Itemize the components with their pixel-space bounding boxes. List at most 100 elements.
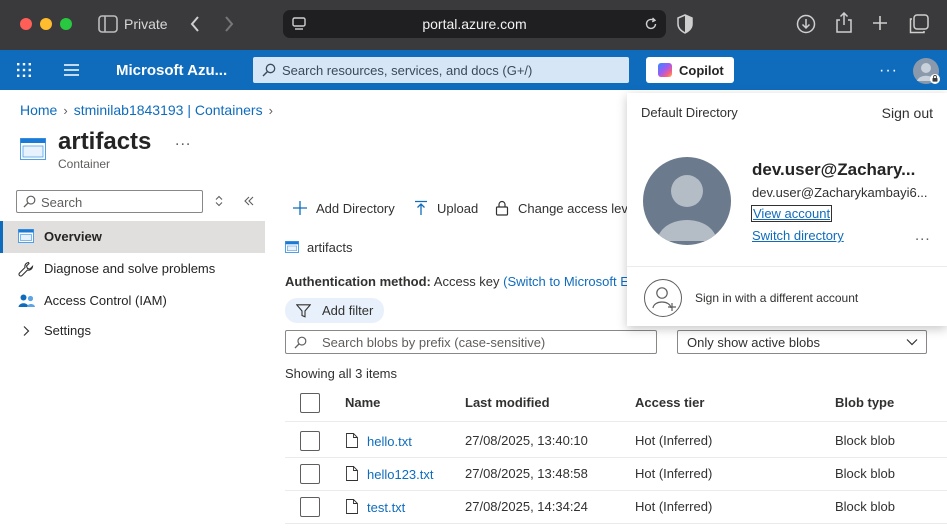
blob-last-modified: 27/08/2025, 13:48:58 (465, 466, 588, 481)
row-checkbox[interactable] (300, 497, 320, 517)
blob-last-modified: 27/08/2025, 14:34:24 (465, 499, 588, 514)
account-avatar[interactable] (912, 57, 940, 85)
add-directory-label: Add Directory (316, 201, 395, 216)
search-icon (262, 63, 276, 77)
sidebar-item-diagnose[interactable]: Diagnose and solve problems (0, 253, 265, 285)
column-header-blob-type[interactable]: Blob type (835, 395, 894, 410)
nav-search-placeholder: Search (41, 195, 83, 210)
row-checkbox[interactable] (300, 431, 320, 451)
switch-directory-link[interactable]: Switch directory (752, 228, 844, 243)
row-checkbox[interactable] (300, 464, 320, 484)
breadcrumb: Home › stminilab1843193 | Containers › (20, 101, 279, 118)
row-divider (285, 421, 947, 422)
blob-state-value: Only show active blobs (687, 335, 820, 350)
blob-last-modified: 27/08/2025, 13:40:10 (465, 433, 588, 448)
chevron-right-icon: › (63, 102, 68, 118)
blob-type: Block blob (835, 433, 895, 448)
portal-title[interactable]: Microsoft Azu... (116, 62, 227, 79)
change-access-level-button[interactable]: Change access leve (494, 200, 627, 218)
app-launcher-icon[interactable] (17, 63, 31, 77)
blob-type: Block blob (835, 499, 895, 514)
sidebar-item-label: Diagnose and solve problems (44, 261, 216, 276)
privacy-shield-icon[interactable] (677, 14, 693, 34)
blob-name-link[interactable]: test.txt (367, 500, 405, 515)
add-directory-button[interactable]: Add Directory (292, 200, 402, 218)
sidebar-toggle-icon[interactable] (98, 15, 118, 33)
flyout-divider (627, 266, 947, 267)
row-divider (285, 523, 947, 524)
sort-toggle-icon[interactable] (214, 195, 224, 207)
blob-state-dropdown[interactable]: Only show active blobs (677, 330, 927, 354)
tab-overview-icon[interactable] (909, 14, 929, 34)
add-account-icon[interactable] (644, 279, 682, 317)
auth-method-label: Authentication method: (285, 274, 431, 289)
account-flyout: Default Directory Sign out dev.user@Zach… (627, 93, 947, 326)
column-header-name[interactable]: Name (345, 395, 380, 410)
change-access-label: Change access leve (518, 201, 627, 216)
column-header-last-modified[interactable]: Last modified (465, 395, 550, 410)
add-filter-button[interactable]: Add filter (285, 298, 384, 323)
global-search-placeholder: Search resources, services, and docs (G+… (282, 63, 533, 78)
row-divider (285, 457, 947, 458)
close-window-button[interactable] (20, 18, 32, 30)
view-account-link[interactable]: View account (750, 205, 833, 222)
share-icon[interactable] (835, 12, 853, 34)
sidebar-item-settings[interactable]: Settings (0, 315, 265, 347)
address-bar[interactable]: portal.azure.com (283, 10, 666, 38)
select-all-checkbox[interactable] (300, 393, 320, 413)
sidebar-item-overview[interactable]: Overview (0, 221, 265, 253)
page-title: artifacts (58, 128, 152, 155)
blob-type: Block blob (835, 466, 895, 481)
add-filter-label: Add filter (322, 303, 374, 318)
column-header-access-tier[interactable]: Access tier (635, 395, 704, 410)
lock-icon (494, 200, 510, 216)
file-icon (346, 433, 358, 448)
collapse-nav-icon[interactable] (243, 195, 255, 207)
more-options-icon[interactable]: ··· (879, 62, 898, 80)
blob-name-link[interactable]: hello123.txt (367, 467, 434, 482)
container-icon (285, 241, 299, 253)
global-search-input[interactable]: Search resources, services, and docs (G+… (253, 57, 629, 83)
sidebar-item-label: Access Control (IAM) (44, 293, 167, 308)
downloads-icon[interactable] (796, 14, 816, 34)
search-icon (23, 195, 36, 208)
minimize-window-button[interactable] (40, 18, 52, 30)
chevron-right-icon: › (268, 102, 273, 118)
nav-search-input[interactable]: Search (16, 190, 203, 213)
account-more-icon[interactable]: ... (915, 227, 931, 244)
sign-in-different-account[interactable]: Sign in with a different account (695, 291, 858, 305)
auth-method-row: Authentication method: Access key (Switc… (285, 274, 636, 289)
account-name: dev.user@Zachary... (752, 160, 916, 179)
back-icon[interactable] (189, 15, 201, 33)
copilot-button[interactable]: Copilot (646, 57, 734, 83)
sidebar-item-iam[interactable]: Access Control (IAM) (0, 285, 265, 317)
forward-icon[interactable] (223, 15, 235, 33)
zoom-window-button[interactable] (60, 18, 72, 30)
chevron-right-icon (22, 325, 30, 337)
folder-path-label: artifacts (307, 240, 353, 255)
avatar (643, 157, 731, 245)
sidebar-item-label: Overview (44, 229, 102, 244)
file-icon (346, 466, 358, 481)
blob-search-input[interactable]: Search blobs by prefix (case-sensitive) (285, 330, 657, 354)
search-icon (294, 336, 307, 349)
upload-button[interactable]: Upload (413, 200, 483, 218)
blob-search-placeholder: Search blobs by prefix (case-sensitive) (322, 335, 546, 350)
switch-auth-link[interactable]: (Switch to Microsoft En (503, 274, 636, 289)
sign-out-button[interactable]: Sign out (882, 105, 933, 121)
row-divider (285, 490, 947, 491)
filter-icon (296, 304, 311, 318)
breadcrumb-home[interactable]: Home (20, 102, 57, 118)
private-label: Private (124, 16, 168, 32)
url-text: portal.azure.com (422, 16, 527, 32)
new-tab-icon[interactable] (872, 15, 888, 31)
reload-icon[interactable] (644, 17, 658, 31)
hamburger-menu-icon[interactable] (64, 64, 79, 76)
blob-access-tier: Hot (Inferred) (635, 499, 713, 514)
directory-name: Default Directory (641, 105, 738, 120)
upload-label: Upload (437, 201, 479, 216)
copilot-label: Copilot (679, 63, 724, 78)
resource-more-icon[interactable]: ... (175, 132, 191, 150)
blob-name-link[interactable]: hello.txt (367, 434, 412, 449)
breadcrumb-storage-account[interactable]: stminilab1843193 | Containers (74, 102, 263, 118)
